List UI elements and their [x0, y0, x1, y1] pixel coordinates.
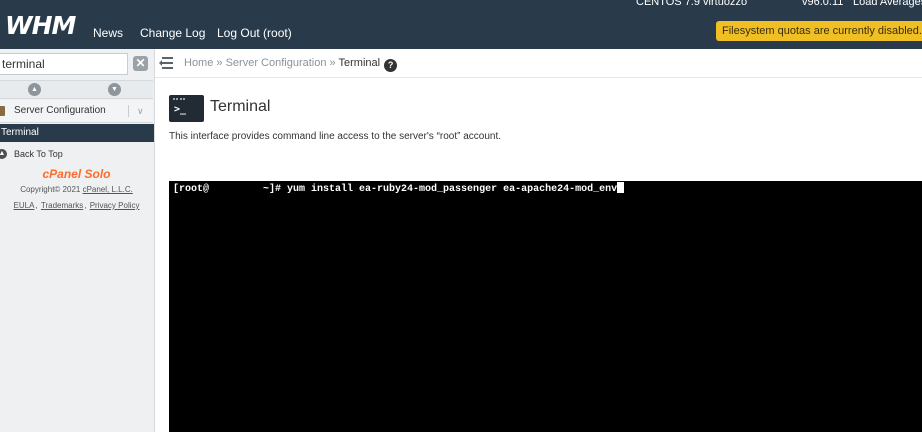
nav-news[interactable]: News [93, 26, 123, 40]
clear-search-icon[interactable]: ✕ [133, 56, 148, 71]
window-dots [173, 98, 185, 102]
copyright-prefix: Copyright© 2021 [20, 185, 83, 194]
breadcrumb: Home » Server Configuration » Terminal? [184, 49, 398, 77]
arrow-up-circle-icon: ▲ [0, 149, 7, 159]
sidebar-search: ✕ [0, 53, 152, 77]
breadcrumb-separator: » [216, 57, 223, 69]
search-input[interactable] [0, 53, 128, 75]
copyright-text: Copyright© 2021 cPanel, L.L.C. [0, 185, 153, 195]
footer-links: EULA, Trademarks, Privacy Policy [13, 201, 140, 210]
page-title: Terminal [210, 98, 271, 115]
breadcrumb-separator: » [329, 57, 336, 69]
breadcrumb-bar: Home » Server Configuration » Terminal? [155, 49, 922, 78]
breadcrumb-server-configuration[interactable]: Server Configuration [226, 57, 327, 69]
breadcrumb-current: Terminal [338, 57, 381, 69]
chevron-down-icon[interactable]: ∨ [137, 100, 144, 122]
back-to-top-link[interactable]: ▲ Back To Top [0, 145, 153, 163]
nav-logout[interactable]: Log Out (root) [217, 26, 292, 40]
sidebar-category-label: Server Configuration [14, 105, 106, 116]
collapse-up-icon[interactable]: ▲ [28, 83, 41, 96]
top-header: WHM News Change Log Log Out (root) CENTO… [0, 0, 922, 49]
sidebar-category-server-configuration[interactable]: Server Configuration ∨ [0, 100, 153, 123]
os-info: CENTOS 7.9 virtuozzo [636, 0, 748, 8]
sidebar-collapse-controls: ▲ ▼ [0, 80, 153, 99]
breadcrumb-home[interactable]: Home [184, 57, 213, 69]
terminal-cursor [617, 182, 625, 193]
whm-logo[interactable]: WHM [5, 13, 76, 38]
privacy-policy-link[interactable]: Privacy Policy [90, 201, 140, 210]
nav-change-log[interactable]: Change Log [140, 26, 205, 40]
version-info: v96.0.11 [802, 0, 844, 8]
eula-link[interactable]: EULA [14, 201, 35, 210]
quota-warning-banner[interactable]: Filesystem quotas are currently disabled… [716, 21, 922, 41]
sidebar-item-terminal[interactable]: Terminal [0, 124, 154, 142]
cpanel-solo-logo: cPanel Solo [42, 167, 111, 181]
terminal-prompt-glyph: >_ [174, 104, 187, 115]
cpanel-link[interactable]: cPanel, L.L.C. [83, 185, 133, 194]
page-description: This interface provides command line acc… [169, 131, 502, 142]
expand-down-icon[interactable]: ▼ [108, 83, 121, 96]
terminal-app-icon: >_ [169, 95, 204, 122]
help-icon[interactable]: ? [384, 59, 398, 72]
terminal-console[interactable]: [root@ ~]# yum install ea-ruby24-mod_pas… [169, 181, 922, 432]
divider [128, 105, 129, 117]
terminal-command: yum install ea-ruby24-mod_passenger ea-a… [287, 184, 618, 195]
terminal-line: [root@ ~]# yum install ea-ruby24-mod_pas… [173, 182, 625, 196]
terminal-prompt: [root@ ~]# [173, 184, 288, 195]
menu-toggle-icon[interactable] [159, 57, 173, 69]
load-averages[interactable]: Load Averages [853, 0, 922, 9]
trademarks-link[interactable]: Trademarks [41, 201, 83, 210]
sidebar: ✕ ▲ ▼ Server Configuration ∨ Terminal ▲ … [0, 49, 155, 432]
server-icon [0, 106, 5, 116]
back-to-top-label: Back To Top [14, 149, 63, 159]
